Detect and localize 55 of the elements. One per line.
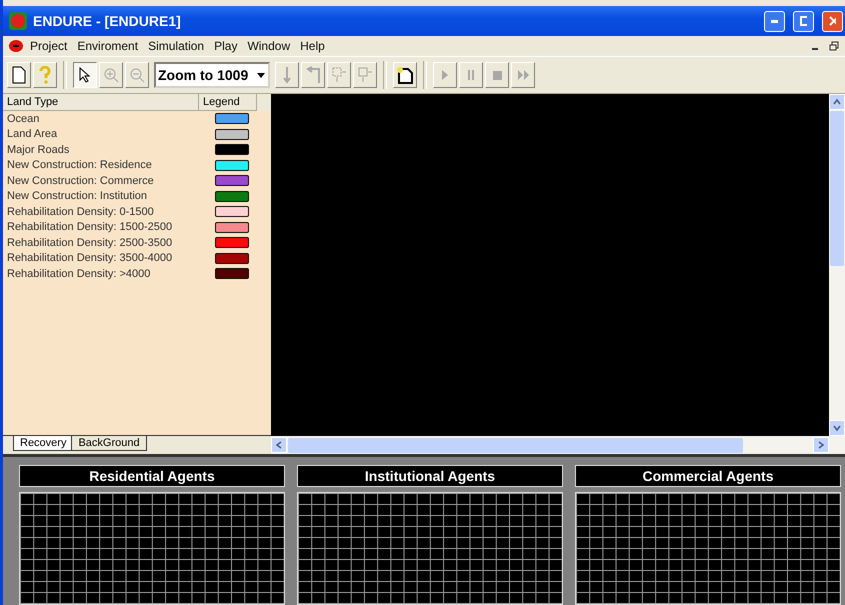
menu-item[interactable]: Project <box>25 39 72 53</box>
app-logo-icon <box>9 40 23 52</box>
menu-item[interactable]: Enviroment <box>72 39 144 53</box>
fast-forward-icon <box>518 70 528 80</box>
zoom-out-icon <box>129 67 145 83</box>
question-icon <box>38 66 52 84</box>
menu-item[interactable]: Simulation <box>143 39 210 53</box>
zoom-dropdown[interactable]: Zoom to 1009 <box>154 62 270 88</box>
down-arrow-icon <box>282 66 292 84</box>
chevron-icon[interactable] <box>833 98 841 106</box>
maximize-button[interactable] <box>793 10 814 32</box>
land-type-label: Rehabilitation Density: >4000 <box>6 268 152 280</box>
play-icon <box>441 70 449 80</box>
land-type-label: Rehabilitation Density: 1500-2500 <box>6 221 174 234</box>
land-type-label: Ocean <box>6 112 40 125</box>
land-type-label: New Construction: Residence <box>6 159 153 172</box>
document-icon <box>12 66 26 84</box>
vertical-scrollbar[interactable] <box>829 94 845 436</box>
stop-icon <box>492 70 502 80</box>
menu-item[interactable]: Play <box>209 39 242 53</box>
land-type-label: Major Roads <box>6 144 70 156</box>
pointer-icon <box>79 67 91 83</box>
tab[interactable]: Recovery <box>13 436 74 451</box>
zoom-in-icon <box>103 67 119 83</box>
menu-item[interactable]: Help <box>295 39 330 53</box>
window-title: ENDURE - [ENDURE1] <box>33 13 182 29</box>
new-document-icon <box>396 66 414 84</box>
land-type-label: New Construction: Institution <box>6 190 148 202</box>
agent-panel-title: Institutional Agents <box>297 465 563 487</box>
move-icon <box>331 66 347 84</box>
land-type-label: Rehabilitation Density: 0-1500 <box>6 206 155 218</box>
minimize-button[interactable] <box>764 10 785 32</box>
restore-icon[interactable] <box>829 41 839 51</box>
chevron-icon[interactable] <box>817 441 825 449</box>
close-icon <box>829 16 836 26</box>
land-type-label: Land Area <box>6 128 58 140</box>
column-header: Land Type <box>3 94 199 111</box>
toolbar-button[interactable] <box>73 62 97 88</box>
move-icon <box>357 66 373 84</box>
menu-item[interactable]: Window <box>242 39 296 53</box>
chevron-icon[interactable] <box>275 441 283 449</box>
agent-panel-title: Residential Agents <box>19 465 285 487</box>
column-header: Legend <box>199 94 257 111</box>
tab[interactable]: BackGround <box>71 436 147 451</box>
minimize-icon <box>771 20 778 22</box>
land-type-label: Rehabilitation Density: 2500-3500 <box>6 236 174 249</box>
land-type-label: Rehabilitation Density: 3500-4000 <box>6 252 174 264</box>
close-button[interactable] <box>822 10 843 32</box>
land-type-label: New Construction: Commerce <box>6 174 155 187</box>
return-arrow-icon <box>305 66 321 84</box>
app-logo-icon <box>9 12 27 30</box>
pause-icon <box>467 70 475 80</box>
chevron-icon[interactable] <box>833 424 841 432</box>
agent-panel-title: Commercial Agents <box>575 465 841 487</box>
horizontal-scrollbar[interactable] <box>271 436 845 454</box>
